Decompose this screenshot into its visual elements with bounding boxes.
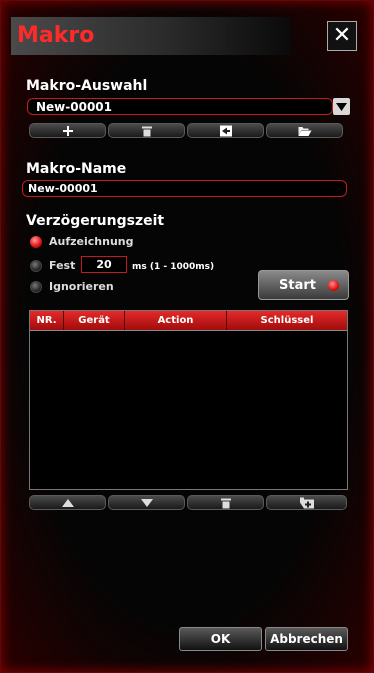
column-header-device[interactable]: Gerät	[64, 311, 125, 330]
open-macro-button[interactable]	[266, 123, 343, 138]
plus-icon	[62, 125, 73, 136]
import-macro-button[interactable]	[187, 123, 264, 138]
table-body[interactable]	[30, 330, 347, 489]
macro-name-input[interactable]: New-00001	[22, 180, 347, 197]
delay-ignore-radio[interactable]	[30, 281, 42, 293]
delay-record-label: Aufzeichnung	[49, 235, 134, 248]
insert-event-button[interactable]	[266, 495, 347, 510]
start-record-button[interactable]: Start	[258, 270, 349, 300]
ok-button[interactable]: OK	[179, 627, 262, 651]
trash-icon	[220, 498, 231, 508]
macro-select-dropdown-button[interactable]	[333, 98, 350, 115]
move-down-button[interactable]	[108, 495, 185, 510]
delay-fixed-label: Fest	[49, 259, 76, 272]
delay-record-radio[interactable]	[30, 236, 42, 248]
delay-ignore-label: Ignorieren	[49, 280, 114, 293]
window-title: Makro	[17, 23, 95, 48]
macro-event-table: NR. Gerät Action Schlüssel	[29, 310, 348, 490]
macro-select[interactable]: New-00001	[27, 98, 333, 115]
insert-icon	[299, 497, 314, 508]
column-header-nr[interactable]: NR.	[30, 311, 64, 330]
close-icon: ✕	[332, 23, 352, 48]
delay-label: Verzögerungszeit	[26, 213, 165, 229]
trash-icon	[141, 126, 152, 136]
record-led-icon	[328, 280, 339, 291]
arrow-up-icon	[61, 498, 74, 507]
close-button[interactable]: ✕	[327, 21, 357, 51]
folder-open-icon	[298, 126, 311, 136]
delete-macro-button[interactable]	[108, 123, 185, 138]
dropdown-arrow-icon	[336, 103, 347, 111]
column-header-action[interactable]: Action	[125, 311, 227, 330]
delay-fixed-radio[interactable]	[30, 260, 42, 272]
delay-fixed-input[interactable]: 20	[81, 256, 127, 273]
import-icon	[219, 125, 232, 136]
add-macro-button[interactable]	[29, 123, 106, 138]
start-label: Start	[279, 278, 316, 293]
move-up-button[interactable]	[29, 495, 106, 510]
arrow-down-icon	[140, 498, 153, 507]
column-header-key[interactable]: Schlüssel	[227, 311, 347, 330]
table-header: NR. Gerät Action Schlüssel	[30, 311, 347, 330]
cancel-button[interactable]: Abbrechen	[265, 627, 348, 651]
delete-event-button[interactable]	[187, 495, 264, 510]
delay-unit-label: ms (1 - 1000ms)	[132, 262, 215, 272]
macro-window: Makro ✕ Makro-Auswahl New-00001 Makro-Na…	[0, 0, 374, 673]
macro-selection-label: Makro-Auswahl	[26, 78, 148, 94]
macro-name-label: Makro-Name	[26, 161, 127, 177]
